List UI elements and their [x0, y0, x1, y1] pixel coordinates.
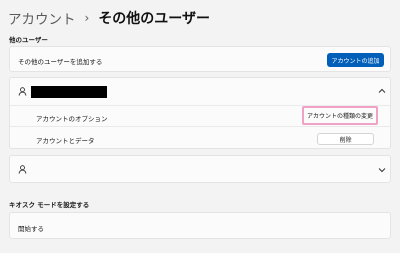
kiosk-section-label: キオスク モードを設定する [9, 201, 90, 209]
redacted-user-name [31, 86, 107, 98]
chevron-down-icon[interactable] [378, 167, 386, 173]
user-account-card-collapsed[interactable] [9, 155, 391, 183]
remove-account-button[interactable]: 削除 [317, 133, 374, 145]
change-account-type-button[interactable]: アカウントの種類の変更 [307, 109, 373, 122]
breadcrumb-separator-icon: › [84, 11, 90, 25]
kiosk-start-label: 開始する [18, 225, 44, 233]
person-icon [18, 87, 27, 96]
breadcrumb-accounts-link[interactable]: アカウント [8, 8, 76, 28]
add-account-button[interactable]: アカウントの追加 [327, 53, 384, 67]
page-title: その他のユーザー [98, 11, 211, 27]
other-users-settings-page: アカウント › その他のユーザー 他のユーザー その他のユーザーを追加する アカ… [0, 0, 400, 253]
chevron-up-icon[interactable] [378, 88, 386, 94]
kiosk-start-card[interactable]: 開始する [9, 212, 391, 239]
account-options-label: アカウントのオプション [36, 115, 108, 123]
breadcrumb: アカウント › その他のユーザー [8, 7, 210, 29]
account-data-label: アカウントとデータ [36, 137, 95, 145]
user-account-card-expanded: アカウントのオプション アカウントの種類の変更 アカウントとデータ 削除 [9, 77, 391, 149]
divider [10, 126, 390, 127]
person-icon [18, 165, 27, 174]
add-other-user-label: その他のユーザーを追加する [18, 58, 103, 66]
add-other-user-card: その他のユーザーを追加する アカウントの追加 [9, 46, 391, 72]
other-users-section-label: 他のユーザー [9, 36, 48, 44]
